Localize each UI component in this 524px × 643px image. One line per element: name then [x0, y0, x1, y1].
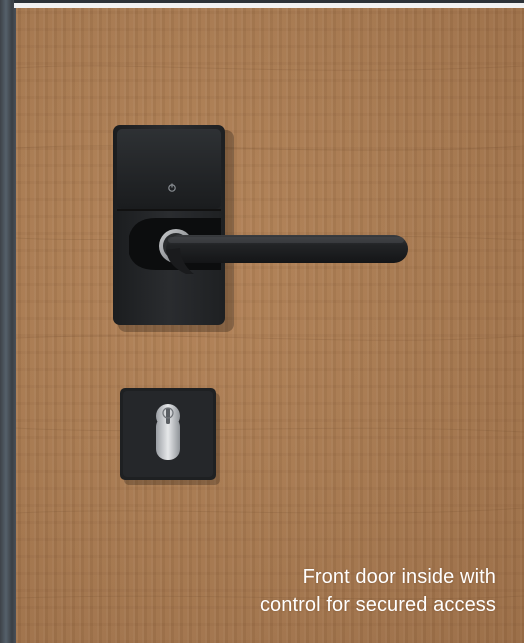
door-lock-illustration [16, 65, 524, 600]
caption-line-2: control for secured access [259, 594, 496, 616]
top-border [14, 0, 524, 8]
key-cylinder-plate [120, 388, 216, 480]
smart-lock-body [113, 125, 225, 325]
photo-caption: Front door inside with control for secur… [166, 563, 496, 619]
door-photo: Front door inside with control for secur… [16, 8, 524, 643]
caption-line-1: Front door inside with [302, 566, 496, 588]
door-lever [166, 235, 408, 274]
